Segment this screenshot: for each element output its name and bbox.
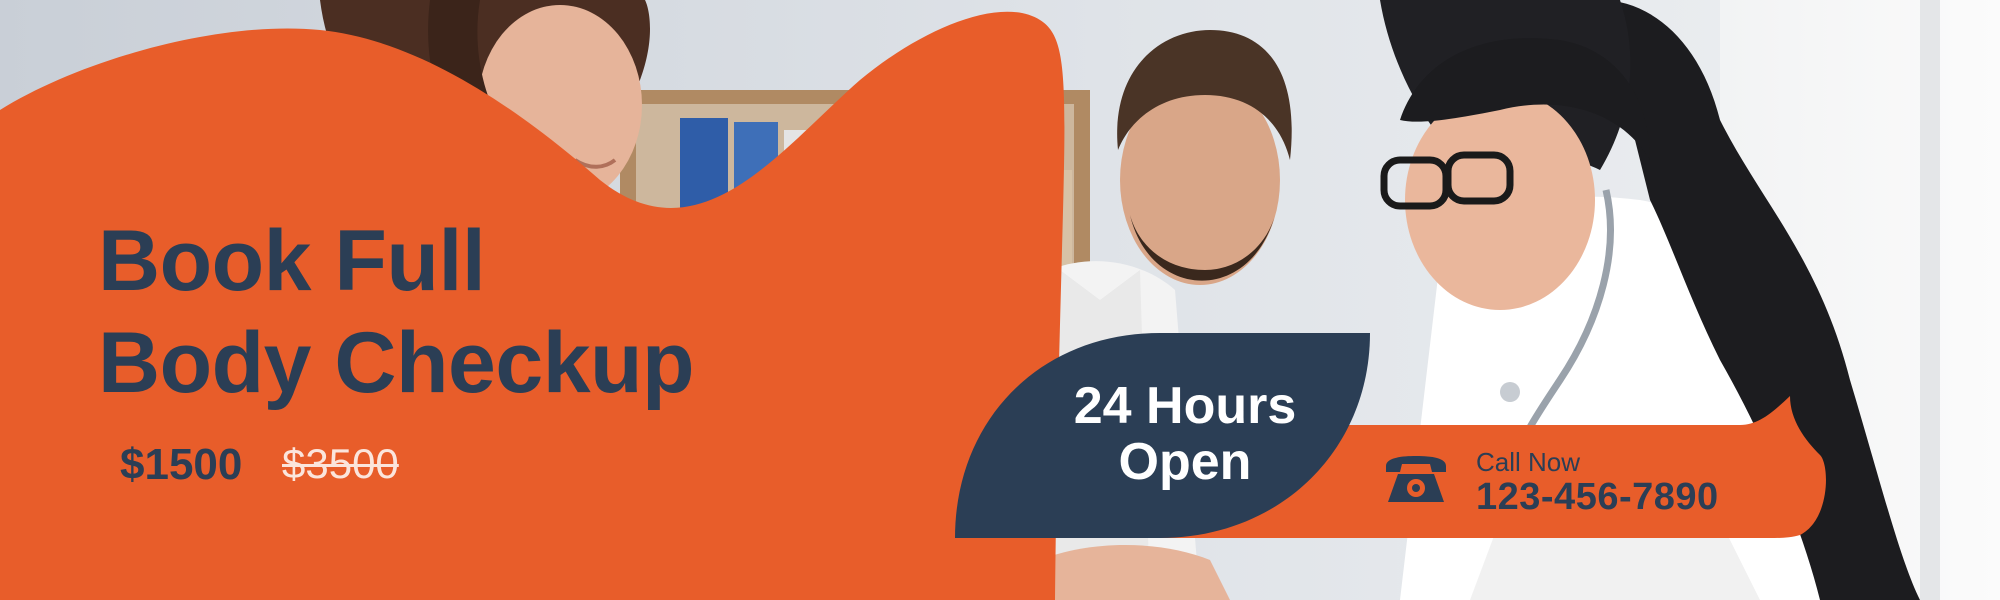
- hours-line-1: 24 Hours: [1073, 377, 1297, 435]
- promo-banner: Book Full Body Checkup $1500 $3500 24 Ho…: [0, 0, 2000, 600]
- hours-badge: 24 Hours Open: [1020, 378, 1350, 490]
- original-price: $3500: [282, 440, 399, 487]
- phone-number-link[interactable]: 123-456-7890: [1476, 476, 1719, 519]
- hours-line-2: Open: [1118, 433, 1252, 491]
- headline-line-1: Book Full: [98, 213, 486, 309]
- current-price: $1500: [120, 440, 243, 489]
- headline: Book Full Body Checkup: [98, 210, 695, 414]
- telephone-icon[interactable]: [1380, 452, 1452, 508]
- call-now-label: Call Now: [1476, 447, 1581, 477]
- headline-line-2: Body Checkup: [98, 315, 695, 411]
